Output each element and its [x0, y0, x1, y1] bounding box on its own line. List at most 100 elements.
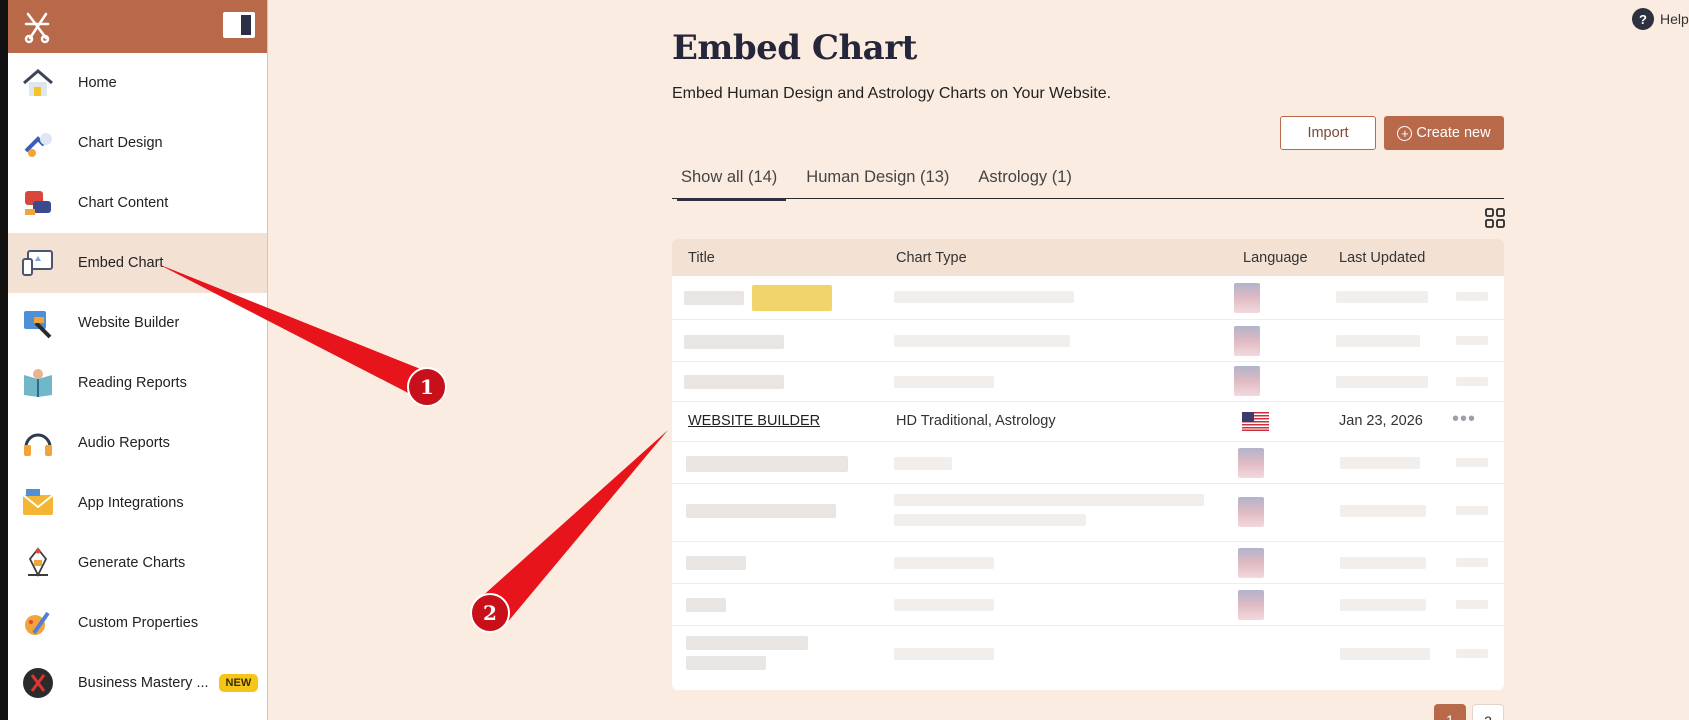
annotation-marker-1: [407, 367, 447, 407]
bodygraph-icon: [28, 547, 48, 578]
website-builder-icon: [24, 311, 52, 339]
table-row[interactable]: [672, 320, 1504, 362]
page-1-button[interactable]: 1: [1434, 704, 1466, 720]
redacted-text: [686, 598, 726, 612]
redacted-menu: [1456, 377, 1488, 386]
sidebar-item-label: Audio Reports: [78, 435, 170, 451]
redacted-badge: [752, 285, 832, 311]
sidebar: Home Chart Design Chart Content Embed Ch…: [8, 0, 268, 720]
filter-tabs: Show all (14) Human Design (13) Astrolog…: [672, 166, 1504, 201]
redacted-flag: [1238, 548, 1264, 578]
tab-astrology[interactable]: Astrology (1): [978, 166, 1072, 199]
redacted-text: [684, 375, 784, 389]
table-row-website-builder[interactable]: WEBSITE BUILDER HD Traditional, Astrolog…: [672, 402, 1504, 442]
sidebar-item-chart-content[interactable]: Chart Content: [8, 173, 267, 233]
column-header-last-updated[interactable]: Last Updated: [1339, 250, 1425, 266]
more-options-icon[interactable]: •••: [1452, 408, 1476, 431]
tab-show-all[interactable]: Show all (14): [672, 166, 787, 201]
reading-reports-icon: [24, 369, 52, 397]
sidebar-item-custom-properties[interactable]: Custom Properties: [8, 593, 267, 653]
sidebar-item-label: Business Mastery ...: [78, 675, 209, 691]
headphones-icon: [24, 433, 52, 456]
sidebar-item-chart-design[interactable]: Chart Design: [8, 113, 267, 173]
redacted-flag: [1234, 283, 1260, 313]
redacted-menu: [1456, 649, 1488, 658]
sidebar-item-app-integrations[interactable]: App Integrations: [8, 473, 267, 533]
sidebar-item-business-mastery[interactable]: Business Mastery ... NEW: [8, 653, 267, 713]
redacted-flag: [1234, 326, 1260, 356]
annotation-arrow-2: [478, 430, 668, 624]
sidebar-item-embed-chart[interactable]: Embed Chart: [8, 233, 267, 293]
redacted-text: [684, 291, 744, 305]
table-row[interactable]: [672, 542, 1504, 584]
custom-properties-icon: [25, 611, 50, 635]
redacted-flag: [1238, 497, 1264, 527]
sidebar-item-label: Home: [78, 75, 117, 91]
create-new-label: Create new: [1416, 125, 1491, 141]
import-button[interactable]: Import: [1280, 116, 1376, 150]
table-row[interactable]: [672, 276, 1504, 320]
redacted-text: [894, 335, 1070, 347]
table-row[interactable]: [672, 484, 1504, 542]
help-link[interactable]: ? Help: [1632, 8, 1689, 30]
sidebar-item-label: Chart Content: [78, 195, 169, 211]
redacted-flag: [1238, 590, 1264, 620]
redacted-text: [686, 656, 766, 670]
sidebar-header: [8, 0, 267, 53]
app-logo-icon[interactable]: [20, 6, 54, 46]
redacted-menu: [1456, 558, 1488, 567]
redacted-text: [1336, 376, 1428, 388]
redacted-menu: [1456, 292, 1488, 301]
grid-view-icon[interactable]: [1485, 208, 1505, 228]
import-button-label: Import: [1307, 125, 1349, 141]
create-new-button[interactable]: + Create new: [1384, 116, 1504, 150]
redacted-text: [894, 457, 952, 470]
redacted-flag: [1238, 448, 1264, 478]
sidebar-item-label: Generate Charts: [78, 555, 186, 571]
tab-human-design[interactable]: Human Design (13): [806, 166, 949, 199]
redacted-text: [686, 636, 808, 650]
column-header-chart-type[interactable]: Chart Type: [896, 250, 967, 266]
redacted-menu: [1456, 600, 1488, 609]
column-header-title[interactable]: Title: [688, 250, 715, 266]
embed-chart-icon: [22, 250, 53, 276]
sidebar-item-label: Website Builder: [78, 315, 180, 331]
redacted-text: [684, 335, 784, 349]
sidebar-item-website-builder[interactable]: Website Builder: [8, 293, 267, 353]
redacted-text: [894, 514, 1086, 526]
sidebar-item-generate-charts[interactable]: Generate Charts: [8, 533, 267, 593]
table-row[interactable]: [672, 442, 1504, 484]
sidebar-item-label: Chart Design: [78, 135, 163, 151]
page-title: Embed Chart: [672, 28, 917, 68]
redacted-text: [894, 599, 994, 611]
us-flag-icon: [1242, 412, 1269, 431]
chart-design-icon: [24, 133, 52, 157]
redacted-menu: [1456, 506, 1488, 515]
sidebar-nav: Home Chart Design Chart Content Embed Ch…: [8, 53, 267, 713]
column-header-language[interactable]: Language: [1243, 250, 1308, 266]
redacted-text: [1340, 648, 1430, 660]
page-2-button[interactable]: 2: [1472, 704, 1504, 720]
sidebar-item-label: App Integrations: [78, 495, 184, 511]
charts-table: Title Chart Type Language Last Updated W…: [672, 239, 1504, 690]
table-row[interactable]: [672, 584, 1504, 626]
sidebar-item-audio-reports[interactable]: Audio Reports: [8, 413, 267, 473]
table-row[interactable]: [672, 362, 1504, 402]
sidebar-item-home[interactable]: Home: [8, 53, 267, 113]
redacted-text: [894, 494, 1204, 506]
redacted-text: [1340, 599, 1426, 611]
redacted-menu: [1456, 336, 1488, 345]
pagination: 1 2: [1434, 704, 1510, 720]
help-label: Help: [1660, 11, 1689, 27]
sidebar-item-label: Embed Chart: [78, 255, 164, 271]
redacted-text: [1340, 557, 1426, 569]
sidebar-item-reading-reports[interactable]: Reading Reports: [8, 353, 267, 413]
help-icon: ?: [1632, 8, 1654, 30]
redacted-text: [686, 556, 746, 570]
sidebar-toggle-button[interactable]: [223, 12, 255, 38]
table-row[interactable]: [672, 626, 1504, 684]
chart-title-link[interactable]: WEBSITE BUILDER: [688, 413, 820, 429]
last-updated-cell: Jan 23, 2026: [1339, 413, 1423, 429]
redacted-text: [1336, 291, 1428, 303]
sidebar-item-label: Reading Reports: [78, 375, 187, 391]
